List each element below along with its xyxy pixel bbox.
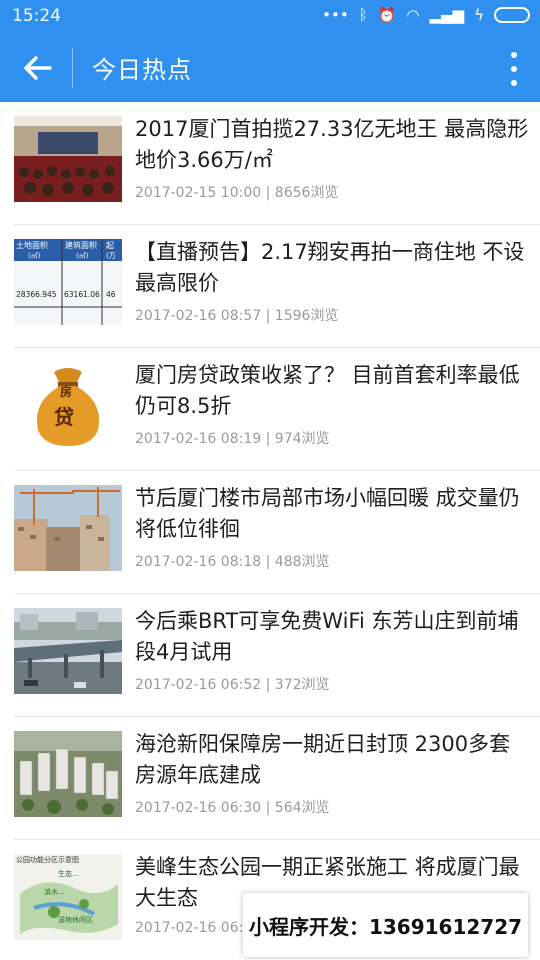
alarm-icon: ⏰ <box>377 6 397 24</box>
thumb-text: 起 <box>106 241 114 250</box>
thumb-text: (㎡) <box>76 252 89 260</box>
thumb-text: 建筑面积 <box>65 240 97 250</box>
article-meta: 2017-02-15 10:00 | 8656浏览 <box>135 185 339 201</box>
article-title: 海沧新阳保障房一期近日封顶 2300多套房源年底建成 <box>135 732 511 787</box>
thumb-text: 滨水... <box>44 887 65 896</box>
more-dots-icon: ••• <box>322 6 349 24</box>
article-title: 今后乘BRT可享免费WiFi 东芳山庄到前埔段4月试用 <box>135 609 519 664</box>
charging-icon: ϟ <box>474 6 484 24</box>
appbar-divider <box>72 48 73 88</box>
construction-site-thumbnail <box>14 485 122 571</box>
wifi-icon: ◠ <box>406 6 420 24</box>
auction-hall-thumbnail <box>14 116 122 202</box>
back-arrow-icon[interactable] <box>20 50 56 86</box>
article-title: 厦门房贷政策收紧了？ 目前首套利率最低仍可8.5折 <box>135 363 520 418</box>
page-title: 今日热点 <box>92 56 192 84</box>
thumb-text: 28366.945 <box>16 290 57 299</box>
article-meta: 2017-02-16 08:19 | 974浏览 <box>135 431 330 447</box>
overflow-menu-icon[interactable] <box>510 52 518 86</box>
park-map-thumbnail: 公园功能分区示意图 生态... 滨水... 湿地休闲区 <box>14 854 122 940</box>
list-item[interactable]: 2017厦门首拍揽27.33亿无地王 最高隐形地价3.66万/㎡ 2017-02… <box>14 102 540 225</box>
article-meta: 2017-02-16 06:30 | 564浏览 <box>135 800 330 816</box>
thumb-text: 生态... <box>58 869 79 878</box>
article-meta: 2017-02-16 06:2 <box>135 920 253 936</box>
status-bar: 15:24 ••• ᛒ ⏰ ◠ ▂▄▆ ϟ <box>0 0 540 34</box>
list-item[interactable]: 海沧新阳保障房一期近日封顶 2300多套房源年底建成 2017-02-16 06… <box>14 717 540 840</box>
status-time: 15:24 <box>12 6 61 26</box>
thumb-text: (万 <box>106 252 116 260</box>
app-bar: 今日热点 <box>0 34 540 102</box>
article-list: 2017厦门首拍揽27.33亿无地王 最高隐形地价3.66万/㎡ 2017-02… <box>0 102 540 960</box>
battery-icon <box>494 7 530 23</box>
thumb-text: 63161.06 <box>64 290 100 299</box>
article-meta: 2017-02-16 08:57 | 1596浏览 <box>135 308 339 324</box>
thumb-text: 公园功能分区示意图 <box>16 855 79 864</box>
thumb-text: 46 <box>106 290 116 299</box>
article-title: 2017厦门首拍揽27.33亿无地王 最高隐形地价3.66万/㎡ <box>135 117 529 172</box>
article-meta: 2017-02-16 08:18 | 488浏览 <box>135 554 330 570</box>
contact-overlay-banner: 小程序开发：13691612727 <box>243 893 528 957</box>
thumb-text: 贷 <box>54 405 74 429</box>
list-item[interactable]: 节后厦门楼市局部市场小幅回暖 成交量仍将低位徘徊 2017-02-16 08:1… <box>14 471 540 594</box>
article-title: 【直播预告】2.17翔安再拍一商住地 不设最高限价 <box>135 240 525 295</box>
housing-render-thumbnail <box>14 731 122 817</box>
thumb-text: 湿地休闲区 <box>58 915 93 924</box>
money-bag-thumbnail: 房 贷 <box>14 362 122 448</box>
article-title: 节后厦门楼市局部市场小幅回暖 成交量仍将低位徘徊 <box>135 486 520 541</box>
bluetooth-icon: ᛒ <box>358 6 368 24</box>
brt-viaduct-thumbnail <box>14 608 122 694</box>
thumb-text: 土地面积 <box>16 240 48 250</box>
land-data-table-thumbnail: 土地面积 建筑面积 起 (㎡) (㎡) (万 28366.945 63161.0… <box>14 239 122 325</box>
thumb-text: (㎡) <box>28 252 41 260</box>
thumb-text: 房 <box>60 384 72 399</box>
status-icons: ••• ᛒ ⏰ ◠ ▂▄▆ ϟ <box>322 6 530 24</box>
list-item[interactable]: 房 贷 厦门房贷政策收紧了？ 目前首套利率最低仍可8.5折 2017-02-16… <box>14 348 540 471</box>
list-item[interactable]: 今后乘BRT可享免费WiFi 东芳山庄到前埔段4月试用 2017-02-16 0… <box>14 594 540 717</box>
list-item[interactable]: 土地面积 建筑面积 起 (㎡) (㎡) (万 28366.945 63161.0… <box>14 225 540 348</box>
article-meta: 2017-02-16 06:52 | 372浏览 <box>135 677 330 693</box>
signal-icon: ▂▄▆ <box>429 6 465 24</box>
